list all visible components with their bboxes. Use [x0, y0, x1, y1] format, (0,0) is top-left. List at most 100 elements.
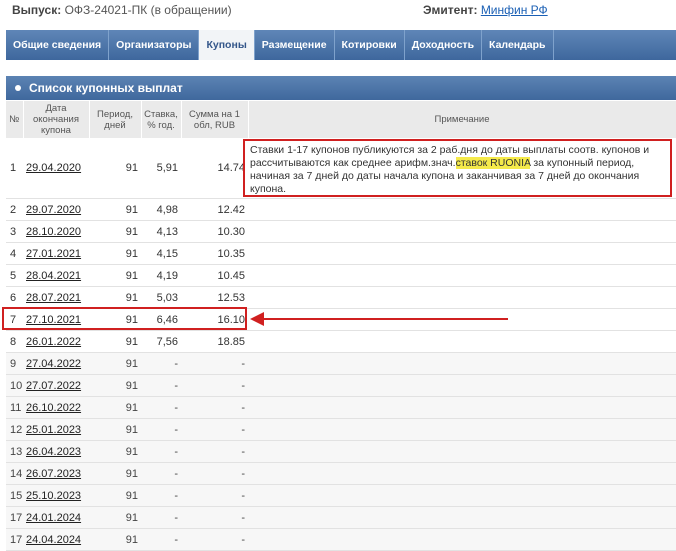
- date-link[interactable]: 26.10.2022: [26, 402, 81, 414]
- row-amount: 10.30: [181, 220, 248, 243]
- note-highlight: ставок RUONIA: [455, 157, 531, 169]
- row-num: 11: [6, 396, 23, 419]
- row-amount: 12.42: [181, 198, 248, 221]
- row-note: [248, 264, 676, 287]
- row-amount: -: [181, 506, 248, 529]
- header-period: Период, дней: [89, 101, 142, 138]
- row-num: 5: [6, 264, 23, 287]
- issue-info: Выпуск: ОФЗ-24021-ПК (в обращении): [12, 3, 232, 17]
- row-rate: -: [141, 484, 181, 507]
- date-link[interactable]: 28.07.2021: [26, 292, 81, 304]
- header-rate: Ставка, % год.: [141, 101, 182, 138]
- row-period: 91: [89, 138, 141, 199]
- row-rate: 5,03: [141, 286, 181, 309]
- row-rate: 7,56: [141, 330, 181, 353]
- row-num: 13: [6, 440, 23, 463]
- row-period: 91: [89, 440, 141, 463]
- row-rate: 4,15: [141, 242, 181, 265]
- date-link[interactable]: 29.07.2020: [26, 204, 81, 216]
- row-note: [248, 506, 676, 529]
- date-link[interactable]: 27.01.2021: [26, 248, 81, 260]
- table-row: 13 26.04.2023 91 - -: [6, 440, 676, 463]
- row-date: 26.04.2023: [23, 440, 89, 463]
- issue-label: Выпуск:: [12, 3, 62, 17]
- row-period: 91: [89, 220, 141, 243]
- row-date: 24.04.2024: [23, 528, 89, 551]
- row-num: 2: [6, 198, 23, 221]
- row-date: 28.04.2021: [23, 264, 89, 287]
- top-info-bar: Выпуск: ОФЗ-24021-ПК (в обращении) Эмите…: [0, 0, 676, 22]
- date-link[interactable]: 28.04.2021: [26, 270, 81, 282]
- row-date: 27.01.2021: [23, 242, 89, 265]
- row-period: 91: [89, 352, 141, 375]
- date-link[interactable]: 26.01.2022: [26, 336, 81, 348]
- row-rate: -: [141, 462, 181, 485]
- section-title: Список купонных выплат: [29, 81, 183, 95]
- tab-organizers[interactable]: Организаторы: [109, 30, 200, 60]
- row-period: 91: [89, 462, 141, 485]
- row-rate: -: [141, 396, 181, 419]
- row-period: 91: [89, 242, 141, 265]
- table-row: 15 25.10.2023 91 - -: [6, 484, 676, 507]
- row-note: [248, 484, 676, 507]
- table-row: 12 25.01.2023 91 - -: [6, 418, 676, 441]
- row-period: 91: [89, 484, 141, 507]
- row-amount: -: [181, 440, 248, 463]
- row-num: 8: [6, 330, 23, 353]
- date-link[interactable]: 28.10.2020: [26, 226, 81, 238]
- row-amount: 10.35: [181, 242, 248, 265]
- row-rate: -: [141, 374, 181, 397]
- row-note: [248, 374, 676, 397]
- tab-coupons[interactable]: Купоны: [199, 30, 255, 60]
- row-rate: 4,19: [141, 264, 181, 287]
- date-link[interactable]: 26.07.2023: [26, 468, 81, 480]
- tab-placement[interactable]: Размещение: [255, 30, 335, 60]
- date-link[interactable]: 25.01.2023: [26, 424, 81, 436]
- table-row: 8 26.01.2022 91 7,56 18.85: [6, 330, 676, 353]
- section-header: Список купонных выплат: [6, 76, 676, 100]
- tab-calendar[interactable]: Календарь: [482, 30, 554, 60]
- row-note: [248, 242, 676, 265]
- row-amount: -: [181, 462, 248, 485]
- row-num: 3: [6, 220, 23, 243]
- row-rate: -: [141, 440, 181, 463]
- row-period: 91: [89, 396, 141, 419]
- tab-yield[interactable]: Доходность: [405, 30, 483, 60]
- row-note: [248, 286, 676, 309]
- date-link[interactable]: 27.07.2022: [26, 380, 81, 392]
- row-date: 25.01.2023: [23, 418, 89, 441]
- row-rate: -: [141, 506, 181, 529]
- row-note: [248, 440, 676, 463]
- issue-value: ОФЗ-24021-ПК (в обращении): [64, 3, 232, 17]
- date-link[interactable]: 24.04.2024: [26, 534, 81, 546]
- table-row: 3 28.10.2020 91 4,13 10.30: [6, 220, 676, 243]
- row-date: 28.10.2020: [23, 220, 89, 243]
- date-link[interactable]: 26.04.2023: [26, 446, 81, 458]
- table-row: 2 29.07.2020 91 4,98 12.42: [6, 198, 676, 221]
- date-link[interactable]: 27.04.2022: [26, 358, 81, 370]
- row-note: [248, 330, 676, 353]
- row-period: 91: [89, 264, 141, 287]
- row-num: 4: [6, 242, 23, 265]
- row-date: 25.10.2023: [23, 484, 89, 507]
- date-link[interactable]: 25.10.2023: [26, 490, 81, 502]
- row-rate: -: [141, 352, 181, 375]
- row-date: 29.04.2020: [23, 138, 89, 199]
- row-amount: 14.74: [181, 138, 248, 199]
- row-num: 15: [6, 484, 23, 507]
- date-link[interactable]: 29.04.2020: [26, 162, 81, 174]
- tab-general[interactable]: Общие сведения: [6, 30, 110, 60]
- row-period: 91: [89, 198, 141, 221]
- row-period: 91: [89, 506, 141, 529]
- tab-quotes[interactable]: Котировки: [335, 30, 405, 60]
- issuer-label: Эмитент:: [423, 3, 478, 17]
- issuer-link[interactable]: Минфин РФ: [481, 3, 548, 17]
- row-date: 28.07.2021: [23, 286, 89, 309]
- row-rate: 5,91: [141, 138, 181, 199]
- row-date: 27.04.2022: [23, 352, 89, 375]
- row-amount: -: [181, 484, 248, 507]
- highlight-row-frame: [2, 307, 247, 330]
- date-link[interactable]: 24.01.2024: [26, 512, 81, 524]
- header-amount: Сумма на 1 обл, RUB: [181, 101, 249, 138]
- row-date: 26.07.2023: [23, 462, 89, 485]
